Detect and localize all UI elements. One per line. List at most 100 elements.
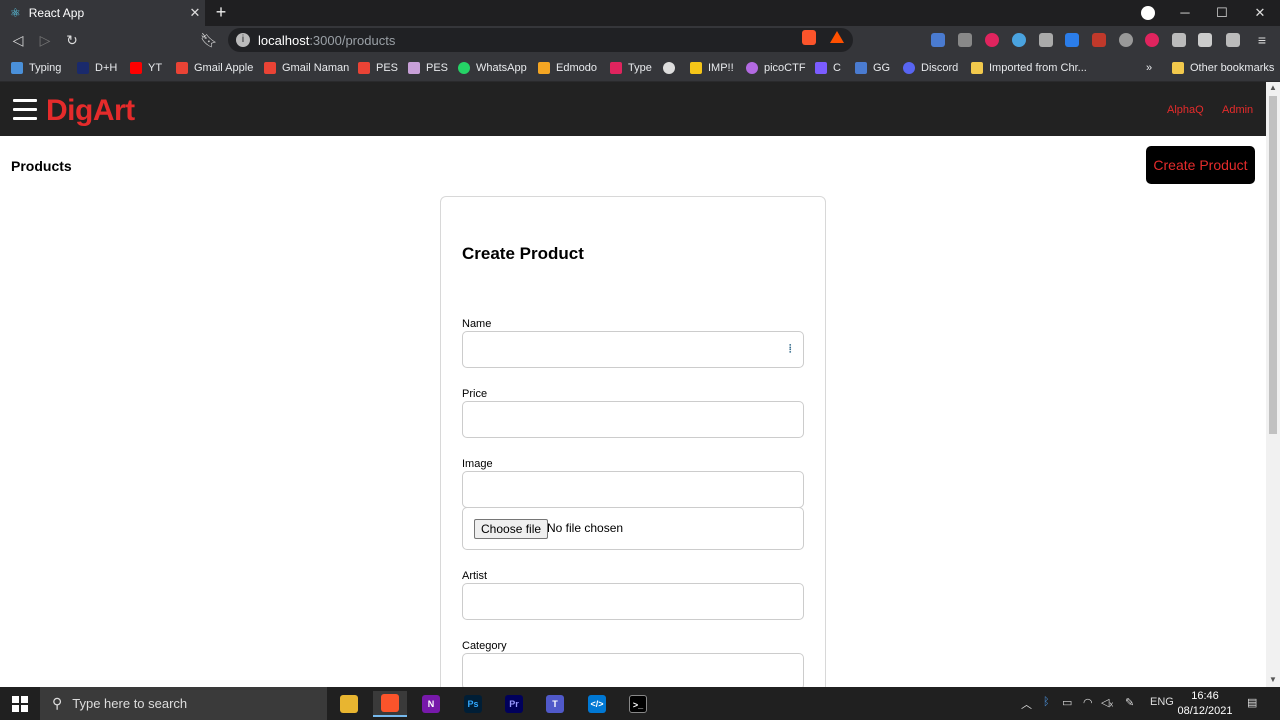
- bookmark-item[interactable]: WhatsApp: [458, 60, 527, 76]
- bookmark-label: WhatsApp: [476, 62, 527, 74]
- teams-icon[interactable]: T: [538, 691, 572, 717]
- clock-date: 08/12/2021: [1177, 705, 1233, 717]
- battery-icon[interactable]: ▭: [1062, 696, 1072, 709]
- extension-icon[interactable]: [1119, 33, 1133, 47]
- browser-tab-active[interactable]: ⚛ React App ✕: [0, 0, 205, 26]
- new-tab-button[interactable]: +: [211, 2, 231, 22]
- volume-muted-icon[interactable]: ◁ₓ: [1101, 696, 1113, 709]
- bookmark-item[interactable]: D+H: [77, 60, 117, 76]
- bookmark-favicon-icon: [538, 62, 550, 74]
- premiere-icon[interactable]: Pr: [497, 691, 531, 717]
- category-label: Category: [462, 640, 507, 652]
- minimize-button[interactable]: ─: [1166, 0, 1204, 26]
- bookmark-item[interactable]: [663, 60, 681, 76]
- bookmark-item[interactable]: Gmail Apple: [176, 60, 253, 76]
- folder-icon: [1172, 62, 1184, 74]
- search-icon: ⚲: [52, 695, 63, 711]
- image-url-input[interactable]: [462, 471, 804, 508]
- brave-shields-icon[interactable]: [802, 30, 816, 45]
- bookmark-favicon-icon: [11, 62, 23, 74]
- bookmark-item[interactable]: IMP!!: [690, 60, 734, 76]
- hamburger-menu-icon[interactable]: [13, 99, 37, 121]
- bookmark-label: Typing: [29, 62, 62, 74]
- notifications-icon[interactable]: ▤: [1247, 696, 1257, 709]
- extension-icon[interactable]: [1039, 33, 1053, 47]
- bookmark-item[interactable]: Discord: [903, 60, 958, 76]
- bookmark-item[interactable]: Type: [610, 60, 652, 76]
- scroll-up-icon[interactable]: ▲: [1266, 82, 1280, 94]
- wallet-icon[interactable]: [1226, 33, 1240, 47]
- maximize-button[interactable]: ☐: [1203, 0, 1241, 26]
- bookmark-item[interactable]: PES: [408, 60, 448, 76]
- other-bookmarks-folder[interactable]: Other bookmarks: [1172, 60, 1274, 76]
- bookmark-label: C: [833, 62, 841, 74]
- brave-browser-icon[interactable]: [373, 691, 407, 717]
- extension-icon[interactable]: [1145, 33, 1159, 47]
- extension-icon[interactable]: [931, 33, 945, 47]
- bookmark-item[interactable]: PES: [358, 60, 398, 76]
- extension-input-icon[interactable]: ⦙: [789, 343, 799, 356]
- wifi-icon[interactable]: ◠: [1083, 696, 1093, 709]
- price-input[interactable]: [462, 401, 804, 438]
- onenote-icon[interactable]: N: [414, 691, 448, 717]
- price-label: Price: [462, 388, 488, 400]
- scrollbar-thumb[interactable]: [1269, 96, 1277, 434]
- terminal-icon[interactable]: >_: [621, 691, 655, 717]
- nav-link-alphaq[interactable]: AlphaQ: [1167, 104, 1204, 116]
- extension-icon[interactable]: [958, 33, 972, 47]
- tray-chevron-icon[interactable]: ︿: [1021, 696, 1032, 712]
- globe-icon: [663, 62, 675, 74]
- category-input[interactable]: [462, 653, 804, 690]
- bookmark-item[interactable]: YT: [130, 60, 162, 76]
- bookmark-label: Gmail Naman: [282, 62, 350, 74]
- profile-icon[interactable]: [1141, 6, 1155, 20]
- windows-start-icon[interactable]: [12, 696, 28, 712]
- extension-icon[interactable]: [1065, 33, 1079, 47]
- page-scrollbar[interactable]: ▲ ▼: [1266, 82, 1280, 687]
- bookmark-item[interactable]: picoCTF: [746, 60, 806, 76]
- bookmark-item[interactable]: Edmodo: [538, 60, 597, 76]
- close-tab-icon[interactable]: ✕: [185, 5, 205, 21]
- choose-file-button[interactable]: Choose file: [474, 519, 549, 539]
- bookmark-folder[interactable]: Imported from Chr...: [971, 60, 1087, 76]
- language-indicator[interactable]: ENG: [1150, 696, 1174, 708]
- bookmark-item[interactable]: GG: [855, 60, 890, 76]
- artist-input[interactable]: [462, 583, 804, 620]
- clock-time: 16:46: [1191, 690, 1219, 702]
- file-explorer-icon[interactable]: [332, 691, 366, 717]
- app-logo[interactable]: DigArt: [46, 94, 135, 128]
- extension-icon[interactable]: [1092, 33, 1106, 47]
- brave-rewards-icon[interactable]: [830, 31, 844, 43]
- photoshop-icon[interactable]: Ps: [456, 691, 490, 717]
- taskbar-clock[interactable]: 16:46 08/12/2021: [1172, 689, 1238, 719]
- bookmark-item[interactable]: Typing: [11, 60, 61, 76]
- name-input[interactable]: ⦙: [462, 331, 804, 368]
- adblock-icon[interactable]: [985, 33, 999, 47]
- bookmark-icon[interactable]: 🔖︎: [199, 30, 219, 50]
- back-icon[interactable]: ◁: [8, 30, 28, 50]
- more-bookmarks-button[interactable]: »: [1146, 60, 1152, 76]
- forward-icon[interactable]: ▷: [35, 30, 55, 50]
- taskbar-search[interactable]: ⚲ Type here to search: [40, 687, 327, 720]
- address-bar[interactable]: i localhost:3000/products: [228, 28, 853, 52]
- menu-icon[interactable]: ≡: [1252, 30, 1272, 50]
- nav-link-admin[interactable]: Admin: [1222, 104, 1253, 116]
- bookmark-favicon-icon: [408, 62, 420, 74]
- vscode-icon[interactable]: </>: [580, 691, 614, 717]
- extension-icon[interactable]: [1012, 33, 1026, 47]
- bookmark-item[interactable]: C: [815, 60, 841, 76]
- close-window-button[interactable]: ✕: [1241, 0, 1279, 26]
- site-info-icon[interactable]: i: [236, 33, 250, 47]
- create-product-button[interactable]: Create Product: [1146, 146, 1255, 184]
- folder-icon: [971, 62, 983, 74]
- bookmark-label: Imported from Chr...: [989, 62, 1087, 74]
- pen-icon[interactable]: ✎: [1125, 696, 1134, 709]
- extension-icon[interactable]: [1172, 33, 1186, 47]
- bookmark-favicon-icon: [690, 62, 702, 74]
- bluetooth-icon[interactable]: ᛒ: [1043, 696, 1050, 708]
- puzzle-icon[interactable]: [1198, 33, 1212, 47]
- scroll-down-icon[interactable]: ▼: [1266, 674, 1280, 686]
- bookmark-item[interactable]: Gmail Naman: [264, 60, 349, 76]
- bookmark-label: Gmail Apple: [194, 62, 254, 74]
- reload-icon[interactable]: ↻: [62, 30, 82, 50]
